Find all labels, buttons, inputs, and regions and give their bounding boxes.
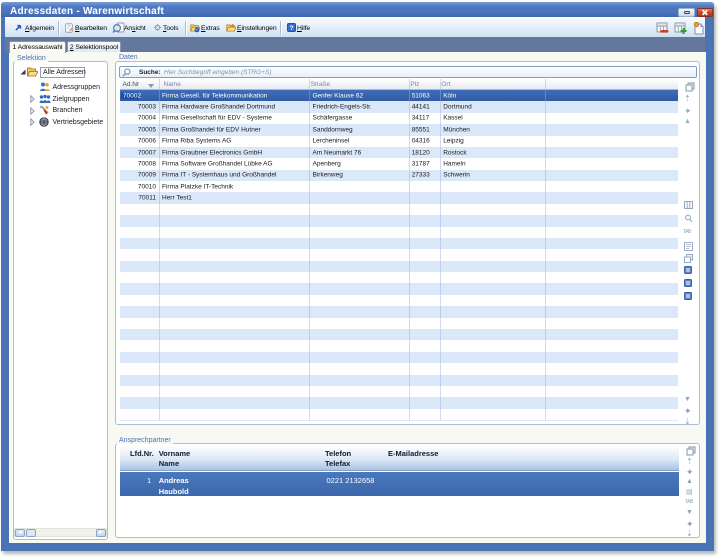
svg-text:?: ?	[289, 25, 293, 32]
